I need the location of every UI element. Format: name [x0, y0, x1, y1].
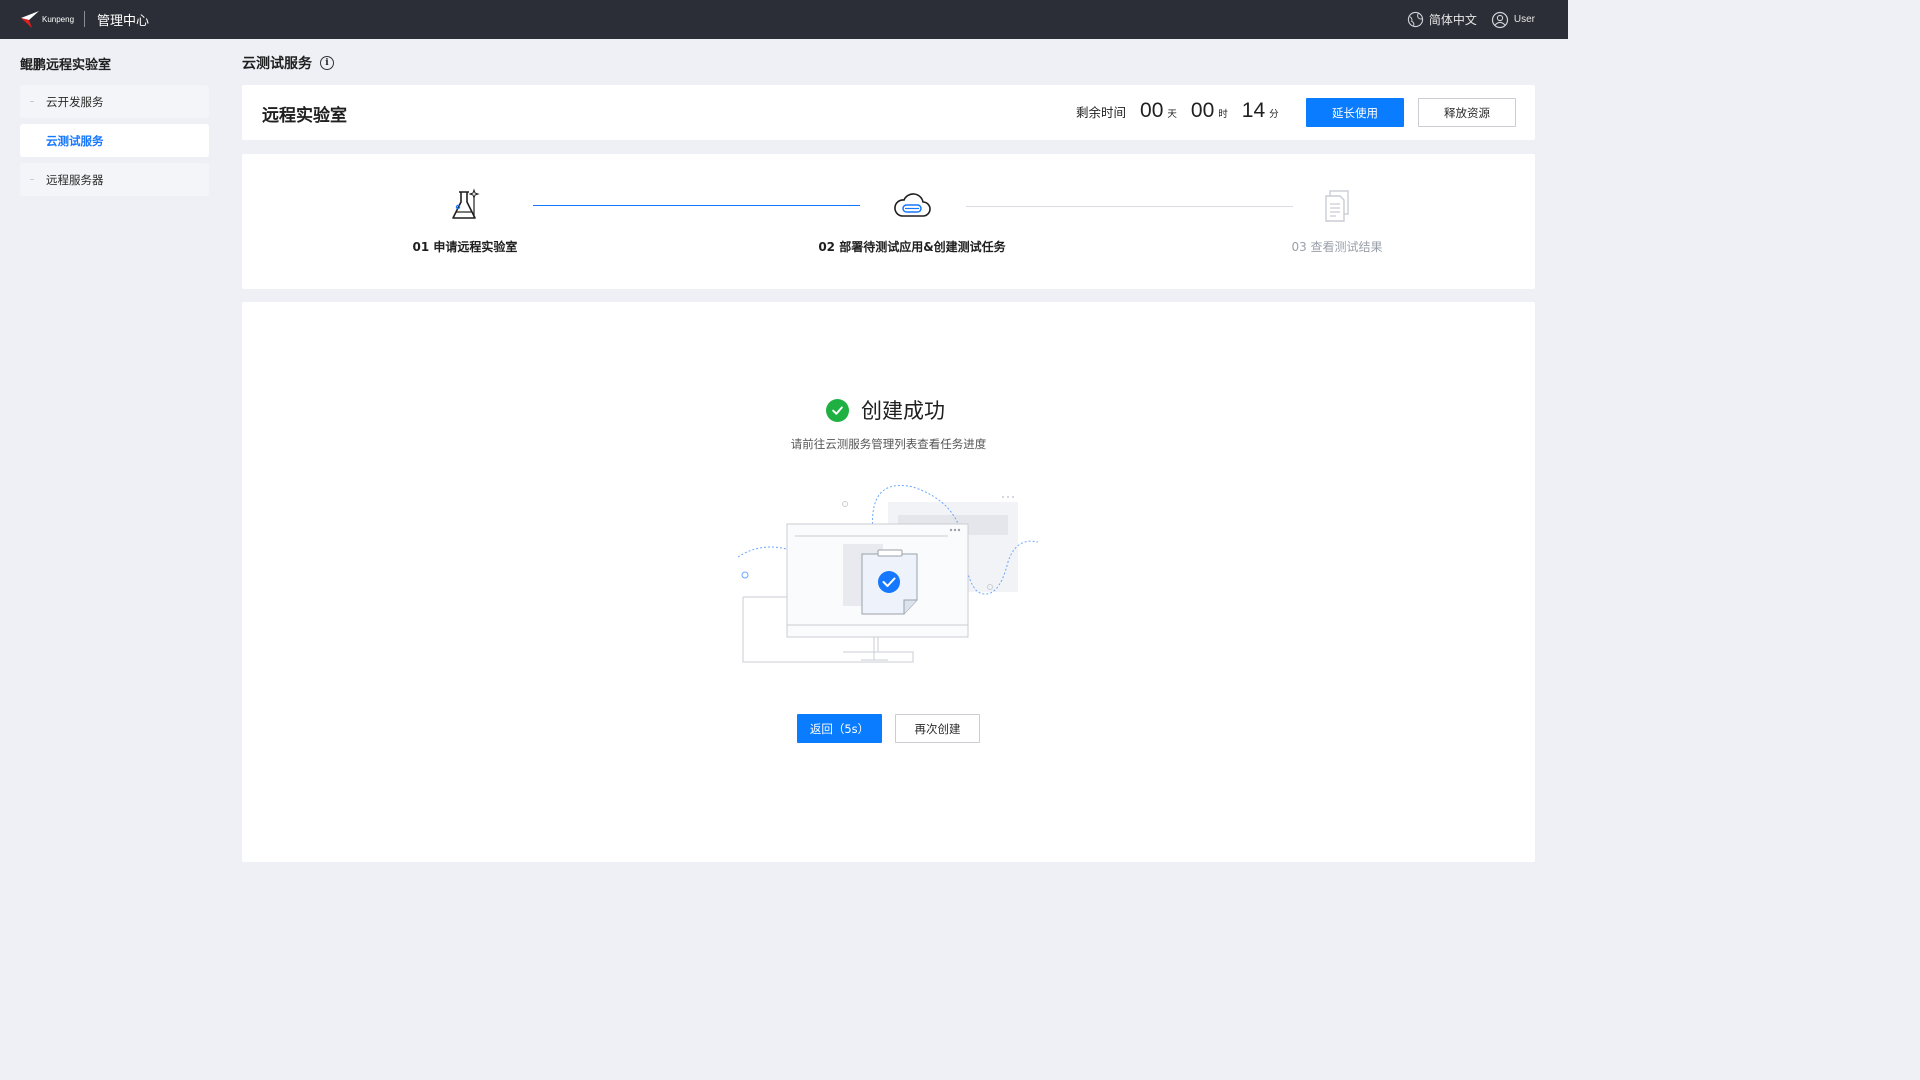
step-2: 02 部署待测试应用&创建测试任务 — [782, 188, 1042, 255]
user-menu[interactable]: User — [1491, 11, 1535, 29]
page-title: 云测试服务 i — [242, 53, 334, 73]
kunpeng-logo[interactable]: Kunpeng — [20, 9, 74, 29]
step-2-label: 02 部署待测试应用&创建测试任务 — [818, 240, 1006, 254]
lab-title: 远程实验室 — [262, 106, 347, 126]
recreate-button[interactable]: 再次创建 — [895, 714, 980, 743]
step-3-label: 03 查看测试结果 — [1291, 240, 1383, 254]
logo-text: Kunpeng — [42, 14, 75, 24]
info-icon[interactable]: i — [320, 56, 334, 70]
days-unit: 天 — [1167, 109, 1177, 120]
success-header: 创建成功 — [826, 395, 945, 425]
steps-card: 01 申请远程实验室 02 部署待测试应用&创建测试任务 03 查看测试结果 — [242, 154, 1535, 289]
sidebar-item-label: 远程服务器 — [46, 172, 104, 187]
remaining-time-label: 剩余时间 — [1076, 105, 1127, 120]
page-title-text: 云测试服务 — [242, 56, 312, 72]
kunpeng-logo-icon — [21, 11, 39, 28]
extend-usage-button[interactable]: 延长使用 — [1306, 98, 1404, 127]
success-title: 创建成功 — [861, 399, 945, 423]
cloud-icon — [894, 193, 931, 217]
nav-bullet — [30, 179, 34, 180]
step-3: 03 查看测试结果 — [1272, 188, 1402, 255]
remaining-days: 00 — [1140, 99, 1164, 122]
globe-icon — [1407, 11, 1424, 28]
lab-header-card: 远程实验室 剩余时间 00 天 00 时 14 分 延长使用 释放资源 — [242, 85, 1535, 140]
back-button[interactable]: 返回（5s） — [797, 714, 882, 743]
sidebar-item-label: 云开发服务 — [46, 94, 104, 109]
nav-bullet — [30, 101, 34, 102]
sidebar-title: 鲲鹏远程实验室 — [20, 58, 112, 73]
check-circle-icon — [826, 398, 849, 422]
language-label: 简体中文 — [1428, 13, 1477, 27]
result-card: 创建成功 请前往云测服务管理列表查看任务进度 返回（5s） 再次创建 — [242, 302, 1535, 862]
document-icon — [1325, 190, 1349, 222]
sidebar-item-label: 云测试服务 — [46, 133, 104, 148]
minutes-unit: 分 — [1269, 109, 1279, 120]
user-avatar-icon — [1491, 11, 1508, 28]
app-title: 管理中心 — [97, 14, 150, 29]
step-1: 01 申请远程实验室 — [382, 188, 548, 255]
release-resource-button[interactable]: 释放资源 — [1418, 98, 1516, 127]
sidebar-item-cloud-test[interactable]: 云测试服务 — [20, 124, 209, 157]
success-illustration — [738, 485, 1038, 663]
hours-unit: 时 — [1218, 109, 1228, 120]
success-subtitle: 请前往云测服务管理列表查看任务进度 — [790, 437, 987, 451]
language-switcher[interactable]: 简体中文 — [1407, 11, 1477, 28]
flask-icon — [452, 188, 480, 219]
user-label: User — [1513, 14, 1535, 25]
sidebar-item-remote-server[interactable]: 远程服务器 — [20, 163, 209, 196]
step-1-label: 01 申请远程实验室 — [412, 240, 518, 254]
remaining-hours: 00 — [1190, 99, 1215, 122]
topbar-divider — [84, 11, 85, 27]
remaining-time: 剩余时间 00 天 00 时 14 分 — [1076, 99, 1279, 123]
sidebar-item-cloud-dev[interactable]: 云开发服务 — [20, 85, 209, 118]
top-navigation-bar: Kunpeng 管理中心 简体中文 User — [0, 0, 1568, 39]
nav-bullet — [30, 140, 34, 141]
remaining-minutes: 14 — [1241, 99, 1266, 122]
